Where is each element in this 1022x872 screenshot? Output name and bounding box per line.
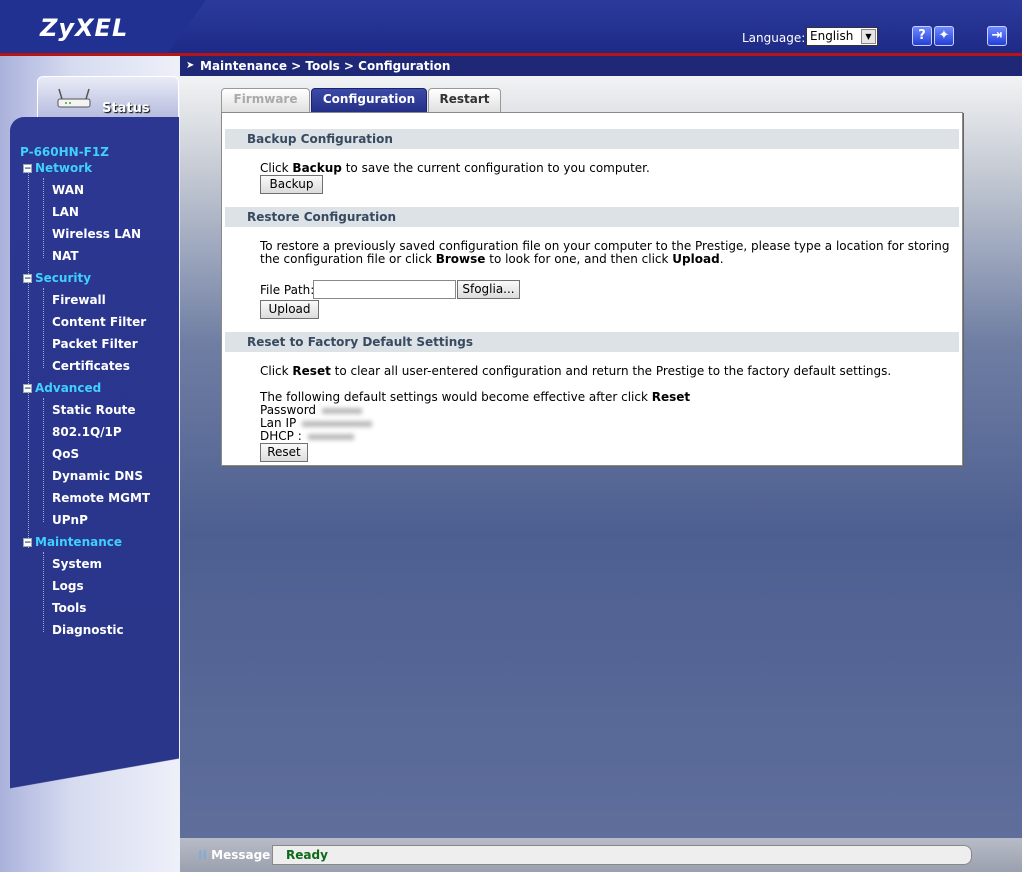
language-value: English: [810, 29, 854, 43]
configuration-panel: Backup Configuration Click Backup to sav…: [221, 112, 963, 466]
reset-defaults-text: The following default settings would bec…: [260, 390, 691, 404]
nav-item-firewall[interactable]: Firewall: [52, 293, 106, 307]
nav-item-wan[interactable]: WAN: [52, 183, 84, 197]
dots-icon: ⁞⁞: [198, 848, 208, 862]
nav-panel-tail: [10, 743, 179, 803]
redacted-value: [302, 420, 373, 427]
backup-text: Click Backup to save the current configu…: [260, 161, 650, 175]
device-model: P-660HN-F1Z: [20, 145, 109, 159]
status-label: Status: [102, 101, 150, 116]
restore-heading: Restore Configuration: [225, 207, 959, 227]
tab-restart[interactable]: Restart: [428, 88, 501, 112]
breadcrumb-arrow-icon: ➤: [186, 60, 195, 71]
reset-text: Click Reset to clear all user-entered co…: [260, 364, 892, 378]
tree-line: [43, 398, 44, 522]
nav-item-logs[interactable]: Logs: [52, 579, 84, 593]
backup-heading: Backup Configuration: [225, 129, 959, 149]
nav-group-advanced[interactable]: − Advanced: [23, 381, 101, 395]
breadcrumb-text: Maintenance > Tools > Configuration: [200, 59, 451, 73]
file-path-input[interactable]: [313, 280, 456, 299]
nav-group-maintenance[interactable]: − Maintenance: [23, 535, 122, 549]
tab-configuration[interactable]: Configuration: [311, 88, 427, 112]
nav-item-system[interactable]: System: [52, 557, 102, 571]
logout-icon[interactable]: ⇥: [987, 26, 1007, 46]
wizard-icon[interactable]: ✦: [934, 26, 954, 46]
nav-item-packet-filter[interactable]: Packet Filter: [52, 337, 138, 351]
nav-item-tools[interactable]: Tools: [52, 601, 86, 615]
tree-line: [43, 178, 44, 258]
message-label: ⁞⁞ Message: [198, 848, 271, 862]
default-dhcp-row: DHCP :: [260, 430, 354, 443]
redacted-value: [307, 433, 354, 440]
collapse-icon[interactable]: −: [23, 538, 32, 548]
tab-firmware[interactable]: Firmware: [221, 88, 310, 112]
restore-text-line2: the configuration file or click Browse t…: [260, 252, 724, 266]
message-box: Ready: [272, 845, 972, 865]
collapse-icon[interactable]: −: [23, 274, 32, 284]
main-content: Firmware Configuration Restart Backup Co…: [180, 76, 1022, 838]
collapse-icon[interactable]: −: [23, 164, 32, 174]
language-select[interactable]: English ▼: [806, 27, 878, 46]
logo-panel: ZyXEL: [0, 0, 206, 53]
browse-button[interactable]: Sfoglia...: [457, 280, 520, 299]
collapse-icon[interactable]: −: [23, 384, 32, 394]
file-path-label: File Path:: [260, 283, 315, 297]
sidebar: Status P-660HN-F1Z − Network WAN LAN Wire…: [0, 56, 180, 872]
nav-group-security[interactable]: − Security: [23, 271, 91, 285]
help-icon[interactable]: ?: [912, 26, 932, 46]
nav-item-dynamic-dns[interactable]: Dynamic DNS: [52, 469, 143, 483]
breadcrumb: ➤ Maintenance > Tools > Configuration: [180, 56, 1022, 76]
tree-line: [43, 552, 44, 632]
nav-group-network[interactable]: − Network: [23, 161, 92, 175]
nav-item-static-route[interactable]: Static Route: [52, 403, 136, 417]
nav-item-wireless-lan[interactable]: Wireless LAN: [52, 227, 141, 241]
tree-line: [28, 168, 29, 548]
redacted-value: [322, 407, 363, 414]
language-label: Language:: [742, 31, 806, 45]
nav-item-content-filter[interactable]: Content Filter: [52, 315, 146, 329]
nav-item-nat[interactable]: NAT: [52, 249, 79, 263]
reset-heading: Reset to Factory Default Settings: [225, 332, 959, 352]
status-bar: ⁞⁞ Message Ready: [180, 838, 1022, 872]
reset-button[interactable]: Reset: [260, 443, 308, 462]
upload-button[interactable]: Upload: [260, 300, 319, 319]
nav-item-lan[interactable]: LAN: [52, 205, 79, 219]
router-icon: [57, 88, 91, 108]
tree-line: [43, 288, 44, 368]
nav-item-qos[interactable]: QoS: [52, 447, 79, 461]
nav-item-remote-mgmt[interactable]: Remote MGMT: [52, 491, 150, 505]
nav-item-certificates[interactable]: Certificates: [52, 359, 130, 373]
nav-item-upnp[interactable]: UPnP: [52, 513, 88, 527]
chevron-down-icon[interactable]: ▼: [861, 29, 876, 44]
nav-item-802-1q-1p[interactable]: 802.1Q/1P: [52, 425, 122, 439]
backup-button[interactable]: Backup: [260, 175, 323, 194]
zyxel-logo: ZyXEL: [40, 14, 129, 42]
nav-item-diagnostic[interactable]: Diagnostic: [52, 623, 124, 637]
top-header: ZyXEL Language: English ▼ ? ✦ ⇥: [0, 0, 1022, 56]
